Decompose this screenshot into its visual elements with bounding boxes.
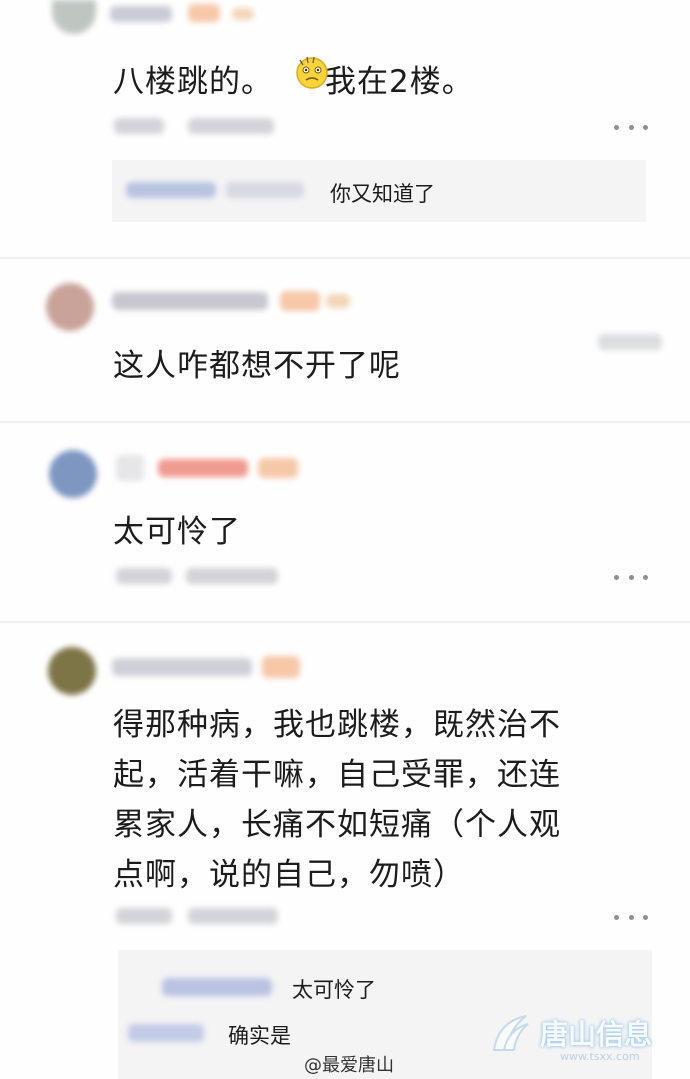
user-level-blurred <box>116 455 144 481</box>
comment-line: 累家人，长痛不如短痛（个人观 <box>113 807 561 843</box>
awkward-face-emoji <box>296 56 328 89</box>
username-blurred[interactable] <box>110 6 172 22</box>
watermark-url: www.tsxx.com <box>560 1050 640 1063</box>
reply-username-blurred <box>226 182 304 198</box>
comment-text: 太可怜了 <box>113 514 241 550</box>
user-badge-blurred <box>326 294 350 308</box>
comment-divider <box>0 621 690 623</box>
source-credit: @最爱唐山 <box>304 1055 394 1076</box>
timestamp-blurred <box>116 568 172 584</box>
username-blurred[interactable] <box>112 292 268 310</box>
reply-username-blurred[interactable] <box>126 182 216 198</box>
username-blurred[interactable] <box>112 658 252 676</box>
reply-text: 你又知道了 <box>330 182 435 206</box>
user-badge-blurred <box>188 4 220 22</box>
reply-thread[interactable]: 你又知道了 <box>112 160 646 222</box>
comment-line: 点啊，说的自己，勿喷） <box>113 857 465 893</box>
timestamp-blurred <box>186 568 278 584</box>
timestamp-blurred <box>188 908 278 924</box>
more-options-icon[interactable] <box>614 912 648 922</box>
comment-text: 这人咋都想不开了呢 <box>113 348 401 384</box>
reply-username-blurred[interactable] <box>128 1024 204 1042</box>
comment-text: 得那种病，我也跳楼，既然治不 起，活着干嘛，自己受罪，还连 累家人，长痛不如短痛… <box>113 700 653 900</box>
reply-text: 确实是 <box>228 1024 291 1048</box>
user-badge-blurred <box>280 291 320 311</box>
user-badge-blurred <box>258 458 298 478</box>
reply-text: 太可怜了 <box>292 978 376 1002</box>
watermark-logo <box>492 1015 529 1051</box>
reply-username-blurred[interactable] <box>162 978 272 996</box>
avatar[interactable] <box>52 0 96 34</box>
timestamp-blurred <box>114 118 164 134</box>
more-options-icon[interactable] <box>614 122 648 132</box>
side-label-blurred <box>598 334 662 350</box>
comment-divider <box>0 421 690 423</box>
timestamp-blurred <box>116 908 172 924</box>
username-blurred[interactable] <box>158 459 248 477</box>
avatar[interactable] <box>46 283 94 331</box>
comment-divider <box>0 257 690 259</box>
more-options-icon[interactable] <box>614 572 648 582</box>
user-badge-blurred <box>232 8 254 20</box>
comment-line: 得那种病，我也跳楼，既然治不 <box>113 707 561 743</box>
avatar[interactable] <box>49 450 97 498</box>
timestamp-blurred <box>188 118 274 134</box>
comment-feed: 八楼跳的。 我在2楼。 你又知道了 这人咋都想不开了呢 太可怜了 得那种病，我也… <box>0 0 690 1079</box>
comment-line: 起，活着干嘛，自己受罪，还连 <box>113 757 561 793</box>
user-badge-blurred <box>262 656 300 678</box>
avatar[interactable] <box>48 647 96 695</box>
watermark-brand: 唐山信息 <box>540 1018 653 1051</box>
